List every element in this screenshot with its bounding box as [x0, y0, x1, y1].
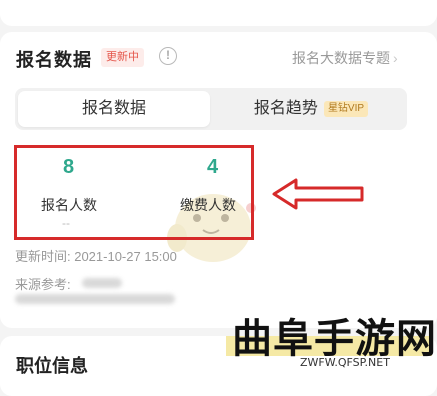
source-label: 来源参考:	[15, 277, 71, 292]
update-time: 更新时间: 2021-10-27 15:00	[15, 249, 177, 264]
tab-bar: 报名数据 报名趋势 星钻VIP	[15, 88, 407, 130]
vip-badge: 星钻VIP	[323, 100, 369, 117]
blurred-text	[82, 278, 122, 288]
updating-badge: 更新中	[101, 48, 144, 67]
info-circle-icon[interactable]: !	[159, 47, 177, 65]
tab-label: 报名数据	[81, 100, 146, 117]
tab-label: 报名趋势	[253, 100, 318, 117]
highlight-box	[14, 145, 254, 240]
blurred-text	[15, 294, 175, 304]
big-data-topic-link[interactable]: 报名大数据专题 ›	[292, 48, 398, 68]
tab-registration-data[interactable]: 报名数据	[18, 91, 210, 127]
next-section-title: 职位信息	[16, 356, 88, 376]
tab-registration-trend[interactable]: 报名趋势 星钻VIP	[218, 91, 404, 127]
chevron-right-icon: ›	[393, 50, 398, 66]
topic-link-label: 报名大数据专题	[292, 50, 390, 66]
section-title: 报名数据	[16, 50, 92, 70]
registration-data-card: 报名数据 更新中 ! 报名大数据专题 › 报名数据 报名趋势 星钻VIP 8 报名人…	[0, 32, 437, 328]
site-watermark-url: ZWFW.QFSP.NET	[300, 356, 390, 369]
previous-card	[0, 0, 437, 26]
arrow-left-icon	[272, 178, 364, 210]
